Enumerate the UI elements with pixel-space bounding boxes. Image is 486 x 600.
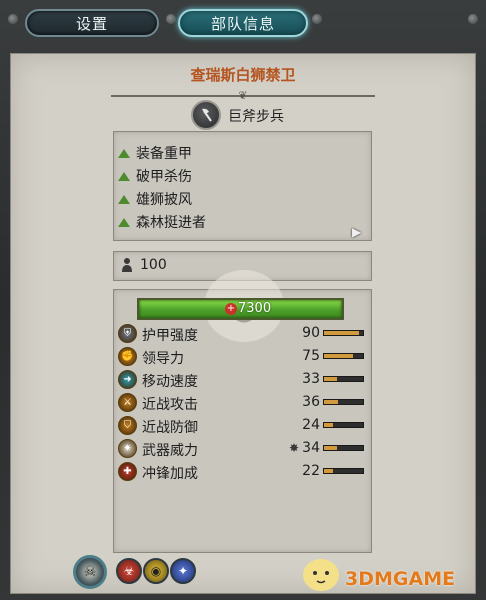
melee-attack-icon: ⚔	[118, 393, 137, 412]
stat-label: 武器威力	[142, 443, 198, 459]
stat-value: 33	[302, 371, 320, 387]
stat-bar-fill	[324, 446, 338, 450]
stat-value: 75	[302, 348, 320, 364]
stat-bar-fill	[324, 331, 360, 335]
stat-bar	[323, 422, 364, 428]
stat-row[interactable]: ✚ 冲锋加成 22	[118, 462, 370, 482]
stat-bar-fill	[324, 469, 333, 473]
charge-bonus-icon: ✚	[118, 462, 137, 481]
expand-arrow-icon[interactable]: ▶	[352, 225, 366, 239]
triangle-up-icon	[118, 217, 130, 227]
stat-bar-fill	[324, 354, 354, 358]
stat-label: 领导力	[142, 351, 184, 367]
stat-row[interactable]: ➜ 移动速度 33	[118, 370, 370, 390]
divider	[111, 95, 241, 97]
axe-icon	[191, 100, 221, 130]
stat-label: 近战防御	[142, 420, 198, 436]
unit-name: 查瑞斯白狮禁卫	[190, 66, 296, 84]
triangle-up-icon	[118, 148, 130, 158]
unit-ability-main-icon[interactable]: ☠	[73, 555, 107, 589]
stat-label: 护甲强度	[142, 328, 198, 344]
stat-bar-fill	[324, 400, 339, 404]
melee-defence-icon: ⛉	[118, 416, 137, 435]
stat-label: 冲锋加成	[142, 466, 198, 482]
bolt-decoration	[468, 14, 478, 24]
ornament-icon: ❦	[238, 89, 248, 102]
watermark-text: 3DMGAME	[345, 568, 456, 590]
unit-size-value: 100	[140, 257, 167, 273]
health-cross-icon: +	[225, 303, 237, 315]
bolt-decoration	[166, 14, 176, 24]
stat-row[interactable]: ⛉ 近战防御 24	[118, 416, 370, 436]
ability-yellow-icon[interactable]: ◉	[143, 558, 169, 584]
trait-item[interactable]: 破甲杀伤	[118, 167, 192, 185]
trait-label: 森林挺进者	[136, 215, 206, 231]
health-value: 7300	[238, 301, 272, 316]
stat-row[interactable]: ✊ 领导力 75	[118, 347, 370, 367]
weapon-strength-icon: ✷	[118, 439, 137, 458]
trait-label: 破甲杀伤	[136, 169, 192, 185]
bolt-decoration	[312, 14, 322, 24]
stat-bar-fill	[324, 377, 337, 381]
bolt-decoration	[8, 14, 18, 24]
stat-row[interactable]: ⚔ 近战攻击 36	[118, 393, 370, 413]
stat-label: 移动速度	[142, 374, 198, 390]
leadership-icon: ✊	[118, 347, 137, 366]
triangle-up-icon	[118, 171, 130, 181]
stat-value: 36	[302, 394, 320, 410]
stat-bar-fill	[324, 423, 334, 427]
trait-label: 雄狮披风	[136, 192, 192, 208]
stat-bar	[323, 353, 364, 359]
divider	[245, 95, 375, 97]
stat-bar	[323, 330, 364, 336]
soldier-icon	[122, 258, 132, 272]
ability-blue-icon[interactable]: ✦	[170, 558, 196, 584]
stat-value: 22	[302, 463, 320, 479]
trait-item[interactable]: 雄狮披风	[118, 190, 192, 208]
stat-value: 24	[302, 417, 320, 433]
trait-item[interactable]: 森林挺进者	[118, 213, 206, 231]
stat-bar	[323, 399, 364, 405]
tab-unit-info[interactable]: 部队信息	[178, 9, 308, 37]
stat-bar	[323, 376, 364, 382]
unit-type-label: 巨斧步兵	[228, 109, 284, 125]
armor-icon: ⛨	[118, 324, 137, 343]
stat-value: 90	[302, 325, 320, 341]
trait-label: 装备重甲	[136, 146, 192, 162]
triangle-up-icon	[118, 194, 130, 204]
stat-row[interactable]: ⛨ 护甲强度 90	[118, 324, 370, 344]
stat-row[interactable]: ✷ 武器威力 34	[118, 439, 370, 459]
tab-settings[interactable]: 设置	[25, 9, 159, 37]
stat-label: 近战攻击	[142, 397, 198, 413]
ability-red-icon[interactable]: ☣	[116, 558, 142, 584]
armour-piercing-icon: ✸	[289, 441, 300, 455]
stat-bar	[323, 468, 364, 474]
speed-icon: ➜	[118, 370, 137, 389]
trait-item[interactable]: 装备重甲	[118, 144, 192, 162]
watermark-mascot-icon	[303, 559, 339, 591]
stat-bar	[323, 445, 364, 451]
